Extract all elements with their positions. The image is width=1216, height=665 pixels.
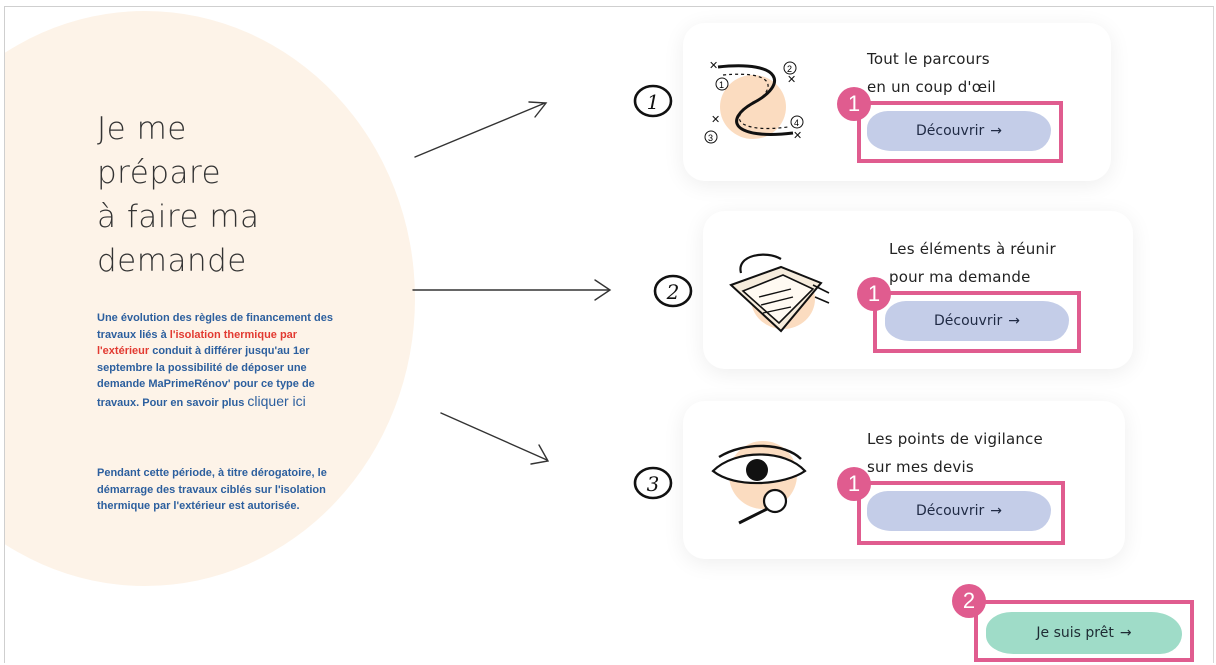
svg-text:✕: ✕ [711, 114, 720, 126]
number-one-icon: 1 [633, 84, 673, 118]
svg-text:2: 2 [666, 280, 680, 304]
step-1-text: Tout le parcours en un coup d'œil [867, 45, 996, 101]
annotation-marker-1: 1 [837, 87, 871, 121]
arrow-to-step-1 [414, 102, 546, 158]
svg-text:✕: ✕ [787, 74, 796, 86]
svg-text:✕: ✕ [793, 130, 802, 142]
number-three-icon: 3 [633, 466, 673, 500]
step-2-line-1: Les éléments à réunir [889, 240, 1056, 258]
svg-text:✕: ✕ [709, 60, 718, 72]
svg-text:2: 2 [787, 64, 792, 74]
documents-icon [729, 253, 830, 333]
svg-text:3: 3 [647, 472, 660, 496]
annotation-marker-1: 1 [857, 277, 891, 311]
svg-text:3: 3 [708, 133, 713, 143]
eye-magnifier-icon [711, 441, 807, 525]
arrow-to-step-3 [440, 412, 548, 461]
step-2-text: Les éléments à réunir pour ma demande [889, 235, 1056, 291]
page-frame: Je me prépare à faire ma demande Une évo… [4, 6, 1214, 663]
highlight-box-cta [974, 600, 1194, 662]
highlight-box-2 [873, 291, 1081, 353]
highlight-box-1 [857, 101, 1063, 163]
step-3-line-2: sur mes devis [867, 458, 974, 476]
svg-text:1: 1 [647, 90, 660, 114]
step-3-text: Les points de vigilance sur mes devis [867, 425, 1043, 481]
number-two-icon: 2 [653, 274, 693, 308]
route-map-icon: ✕ ✕ ✕ ✕ 1 2 3 4 [704, 60, 804, 144]
svg-text:1: 1 [719, 80, 724, 90]
step-2-line-2: pour ma demande [889, 268, 1031, 286]
step-1-line-1: Tout le parcours [867, 50, 990, 68]
annotation-marker-2: 2 [952, 584, 986, 618]
highlight-box-3 [857, 481, 1065, 545]
annotation-marker-1: 1 [837, 467, 871, 501]
step-1-line-2: en un coup d'œil [867, 78, 997, 96]
svg-text:4: 4 [794, 118, 799, 128]
step-3-line-1: Les points de vigilance [867, 430, 1043, 448]
